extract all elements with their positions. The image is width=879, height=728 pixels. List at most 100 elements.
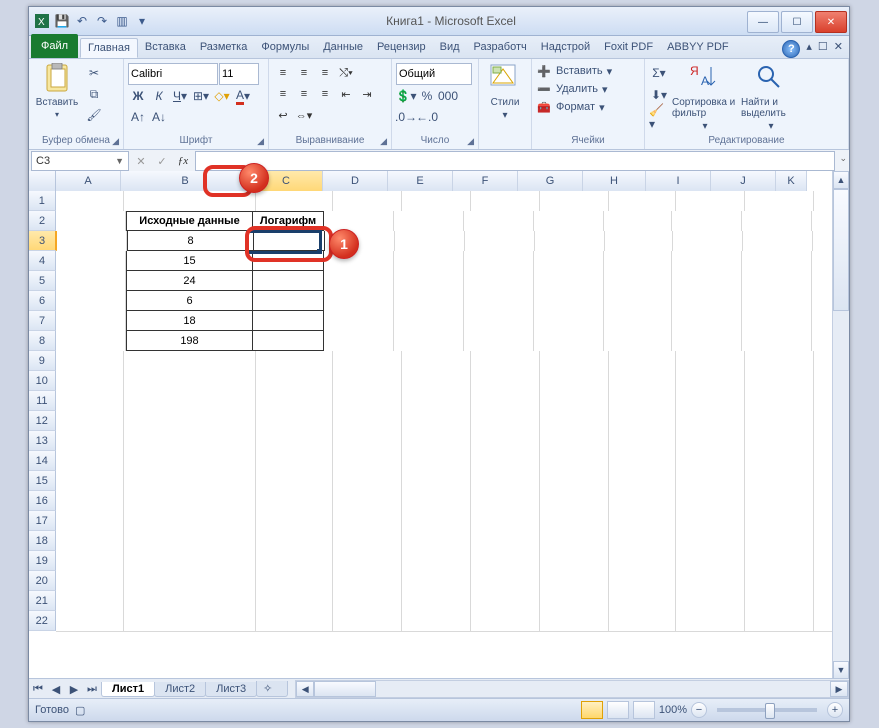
orientation-icon[interactable]: ⤭▾ [336, 63, 356, 83]
cell[interactable] [540, 431, 609, 452]
zoom-out-button[interactable]: − [691, 702, 707, 718]
cell[interactable]: 18 [126, 311, 253, 331]
cell[interactable] [333, 591, 402, 612]
cell[interactable] [333, 191, 402, 212]
normal-view-button[interactable] [581, 701, 603, 719]
cell[interactable] [56, 551, 125, 572]
cell[interactable] [676, 191, 745, 212]
cell[interactable] [56, 451, 125, 472]
cell[interactable] [676, 491, 745, 512]
cell[interactable] [745, 371, 814, 392]
cell[interactable] [676, 431, 745, 452]
column-header[interactable]: K [776, 171, 807, 192]
cell[interactable] [745, 491, 814, 512]
insert-function-button[interactable]: ƒx [173, 152, 193, 170]
cell[interactable]: 8 [127, 231, 254, 251]
cell[interactable] [56, 531, 125, 552]
cell[interactable] [256, 391, 333, 412]
cell[interactable] [394, 291, 464, 312]
close-button[interactable]: ✕ [815, 11, 847, 33]
cell[interactable] [394, 211, 464, 232]
scroll-up-icon[interactable]: ▲ [833, 171, 849, 189]
row-header[interactable]: 14 [29, 451, 56, 471]
insert-cells-button[interactable]: ➕Вставить ▾ [536, 63, 612, 79]
cell[interactable] [609, 391, 676, 412]
cell[interactable] [742, 211, 812, 232]
sheet-nav-next-icon[interactable]: ▶ [65, 680, 83, 698]
font-color-icon[interactable]: A▾ [233, 86, 253, 106]
border-icon[interactable]: ⊞▾ [191, 86, 211, 106]
cell[interactable] [124, 391, 256, 412]
cell[interactable] [394, 331, 464, 352]
cell[interactable] [464, 291, 534, 312]
ribbon-tab-8[interactable]: Надстрой [534, 38, 597, 58]
cell[interactable] [333, 431, 402, 452]
cell[interactable] [609, 471, 676, 492]
cell[interactable] [676, 351, 745, 372]
cell[interactable] [745, 451, 814, 472]
cell[interactable] [402, 351, 471, 372]
cell[interactable] [56, 471, 125, 492]
cell[interactable] [540, 391, 609, 412]
ribbon-tab-1[interactable]: Вставка [138, 38, 193, 58]
scroll-left-icon[interactable]: ◀ [296, 681, 314, 697]
cell[interactable] [256, 431, 333, 452]
cell[interactable] [745, 351, 814, 372]
undo-icon[interactable]: ↶ [73, 12, 91, 30]
select-all-button[interactable] [29, 171, 56, 192]
cell[interactable] [609, 591, 676, 612]
cell[interactable] [676, 451, 745, 472]
cell[interactable] [540, 611, 609, 632]
row-header[interactable]: 8 [29, 331, 56, 351]
align-bottom-icon[interactable]: ≡ [315, 63, 335, 83]
ribbon-tab-10[interactable]: ABBYY PDF [660, 38, 736, 58]
cell[interactable] [464, 251, 534, 272]
cell[interactable] [742, 331, 812, 352]
cell[interactable] [609, 191, 676, 212]
bold-icon[interactable]: Ж [128, 86, 148, 106]
cell[interactable] [745, 471, 814, 492]
cell[interactable] [676, 471, 745, 492]
cell[interactable] [464, 211, 534, 232]
cell[interactable] [604, 331, 672, 352]
cell[interactable] [605, 231, 673, 252]
find-select-button[interactable]: Найти и выделить▾ [741, 63, 801, 132]
sheet-nav-prev-icon[interactable]: ◀ [47, 680, 65, 698]
align-top-icon[interactable]: ≡ [273, 63, 293, 83]
sheet-tab-0[interactable]: Лист1 [101, 682, 155, 697]
comma-icon[interactable]: 000 [438, 86, 458, 106]
cell[interactable] [464, 271, 534, 292]
cell[interactable] [402, 391, 471, 412]
cell[interactable] [604, 291, 672, 312]
align-right-icon[interactable]: ≡ [315, 84, 335, 104]
cell[interactable] [676, 531, 745, 552]
cell[interactable] [540, 411, 609, 432]
decrease-indent-icon[interactable]: ⇤ [336, 84, 356, 104]
cell[interactable] [333, 371, 402, 392]
ribbon-tab-4[interactable]: Данные [316, 38, 370, 58]
decrease-decimal-icon[interactable]: ←.0 [417, 107, 437, 127]
cell[interactable] [471, 471, 540, 492]
row-header[interactable]: 13 [29, 431, 56, 451]
paste-button[interactable]: Вставить ▾ [33, 63, 81, 119]
cell[interactable] [256, 511, 333, 532]
cell[interactable]: 198 [126, 331, 253, 351]
cell[interactable] [742, 271, 812, 292]
cell[interactable] [256, 551, 333, 572]
cell[interactable] [742, 291, 812, 312]
cell[interactable] [540, 531, 609, 552]
cell[interactable] [604, 311, 672, 332]
cell[interactable] [124, 191, 256, 212]
cell[interactable]: 6 [126, 291, 253, 311]
column-header[interactable]: J [711, 171, 776, 192]
cell[interactable] [402, 611, 471, 632]
cell[interactable] [56, 491, 125, 512]
cell[interactable] [253, 251, 324, 271]
cell[interactable] [124, 411, 256, 432]
cell[interactable] [124, 531, 256, 552]
cell[interactable] [256, 371, 333, 392]
cell[interactable] [324, 331, 394, 352]
sheet-tab-1[interactable]: Лист2 [154, 682, 206, 697]
cell[interactable] [333, 391, 402, 412]
cell[interactable] [609, 351, 676, 372]
